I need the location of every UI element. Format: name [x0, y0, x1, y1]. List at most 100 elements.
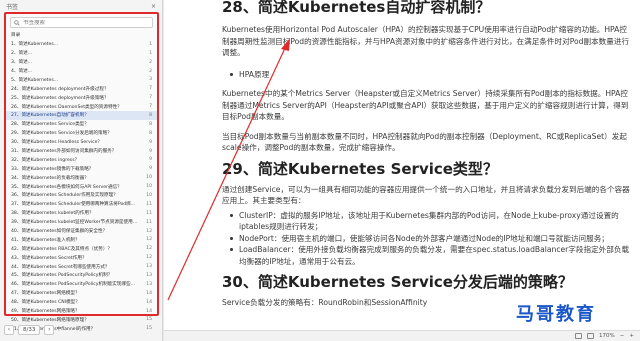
bookmark-item[interactable]: 24、简述Kubernetes deployment升级过程？ 7	[6, 84, 157, 93]
paragraph-service-intro: 通过创建Service，可以为一组具有相同功能的容器应用提供一个统一的入口地址，…	[222, 184, 630, 206]
view-mode-icon[interactable]	[575, 333, 583, 339]
bookmark-item[interactable]: 3、简述... 2	[6, 58, 157, 67]
bullet-text: ClusterIP：虚拟的服务IP地址，该地址用于Kubernetes集群内部的…	[239, 210, 619, 232]
bookmark-item[interactable]: 29、简述Kubernetes Service分发后端的策略？ 8	[6, 129, 157, 138]
bookmark-item-page: 12	[146, 255, 152, 261]
bookmark-item-title: 28、简述Kubernetes Service类型？	[11, 122, 89, 128]
bookmark-item-page: 7	[149, 95, 152, 101]
bookmark-item-page: 10	[146, 184, 152, 190]
bullet-nodeport: NodePort：使用宿主机的端口，使能够访问各Node的外部客户端通过Node…	[222, 233, 630, 245]
bookmark-item-title: 45、简述Kubernetes PodSecurityPolicy机制？	[11, 273, 113, 279]
bookmark-item-title: 47、简述Kubernetes网络模型？	[11, 291, 80, 297]
bookmark-item[interactable]: 26、简述Kubernetes DaemonSet类型的资源特性？ 7	[6, 102, 157, 111]
zoom-out-button[interactable]: −	[620, 333, 625, 339]
bookmark-list: 目录 1、简述Kubernetes... 1 2、简述... 1 3、简述... 2 4、简述…	[6, 31, 157, 333]
bookmark-item-title: 5、简述Kubernetes...	[11, 77, 59, 83]
bookmark-item[interactable]: 35、简述Kubernetes各模块如何与API Server通信？ 10	[6, 182, 157, 191]
bookmark-item-page: 11	[146, 210, 152, 216]
bookmark-item[interactable]: 32、简述Kubernetes ingress？ 9	[6, 155, 157, 164]
bookmark-item-title: 32、简述Kubernetes ingress？	[11, 157, 80, 163]
bookmark-item-title: 43、简述Kubernetes Secret作用？	[11, 255, 87, 261]
bookmark-search-box[interactable]	[10, 17, 153, 28]
bookmark-item-title: 37、简述Kubernetes Scheduler使用哪两种算法将Pod绑定到w…	[11, 202, 139, 208]
bookmark-item[interactable]: 36、简述Kubernetes Scheduler作用及实现原理？ 10	[6, 191, 157, 200]
bookmark-item-page: 3	[149, 77, 152, 83]
bookmark-item[interactable]: 46、简述Kubernetes PodSecurityPolicy机制能实现哪些…	[6, 280, 157, 289]
bookmark-item-page: 11	[146, 219, 152, 225]
bookmark-item[interactable]: 43、简述Kubernetes Secret作用？ 12	[6, 253, 157, 262]
bullet-dot	[230, 236, 233, 240]
bookmark-item-page: 8	[149, 112, 152, 118]
bookmark-item-page: 9	[149, 148, 152, 154]
bookmark-list-panel: 目录1、简述Kubernetes...12、简述...13、简述...24、简述…	[4, 12, 159, 332]
bookmark-item[interactable]: 25、简述Kubernetes deployment升级策略？ 7	[6, 93, 157, 102]
bullet-dot	[230, 213, 233, 217]
paragraph-hpa-intro: Kubernetes使用Horizontal Pod Autoscaler（HP…	[222, 25, 630, 57]
bookmark-item-page: 13	[146, 264, 152, 270]
bookmark-item[interactable]: 45、简述Kubernetes PodSecurityPolicy机制？ 13	[6, 271, 157, 280]
bullet-clusterip: ClusterIP：虚拟的服务IP地址，该地址用于Kubernetes集群内部的…	[222, 210, 630, 233]
bookmark-item[interactable]: 31、简述Kubernetes外部如何访问集群内的服务？ 9	[6, 147, 157, 156]
bookmark-item-title: 40、简述Kubernetes如何保证集群的安全性？	[11, 229, 108, 235]
bookmark-item[interactable]: 44、简述Kubernetes Secret有哪些使用方式？ 13	[6, 262, 157, 271]
search-icon	[14, 19, 20, 26]
sidebar-title: 书签	[6, 3, 19, 11]
bookmark-item-page: 10	[146, 175, 152, 181]
bookmark-item-page: 1	[149, 41, 152, 47]
bookmark-item[interactable]: 1、简述Kubernetes... 1	[6, 40, 157, 49]
bookmark-search-input[interactable]	[23, 19, 149, 26]
bookmark-item[interactable]: 5、简述Kubernetes... 3	[6, 75, 157, 84]
heading-29: 29、简述Kubernetes Service类型？	[222, 159, 498, 178]
bookmark-item-page: 1	[149, 50, 152, 56]
bookmark-item[interactable]: 33、简述Kubernetes镜像的下载策略？ 9	[6, 164, 157, 173]
zoom-in-button[interactable]: +	[629, 333, 634, 339]
bookmark-item-page: 14	[146, 299, 152, 305]
bookmark-item-title: 42、简述Kubernetes RBAC及其特点（优势）？	[11, 246, 113, 252]
bookmark-item[interactable]: 47、简述Kubernetes网络模型？ 14	[6, 289, 157, 298]
bookmark-item[interactable]: 49、简述Kubernetes网络策略？ 14	[6, 307, 157, 316]
bookmark-item[interactable]: 42、简述Kubernetes RBAC及其特点（优势）？ 12	[6, 244, 157, 253]
bookmark-item[interactable]: 28、简述Kubernetes Service类型？ 8	[6, 120, 157, 129]
heading-30: 30、简述Kubernetes Service分发后端的策略？	[222, 273, 573, 291]
bookmark-item[interactable]: 30、简述Kubernetes Headless Service？ 9	[6, 138, 157, 147]
bookmark-item-page: 14	[146, 308, 152, 314]
bullet-dot	[230, 248, 233, 252]
bookmark-item-page: 12	[146, 228, 152, 234]
bookmark-item-page: 14	[146, 290, 152, 296]
zoom-level[interactable]: 170%	[599, 333, 615, 339]
next-page-button[interactable]: ›	[44, 324, 55, 335]
bookmark-item-page: 8	[149, 121, 152, 127]
bullet-hpa-principle: HPA原理	[222, 69, 630, 81]
bullet-text: NodePort：使用宿主机的端口，使能够访问各Node的外部客户端通过Node…	[239, 233, 609, 243]
bookmark-item[interactable]: 39、简述Kubernetes kubelet监控Worker节点资源是使用什么…	[6, 218, 157, 227]
bookmark-item-page: 9	[149, 166, 152, 172]
bookmark-item[interactable]: 48、简述Kubernetes CNI模型？ 14	[6, 298, 157, 307]
bookmark-item-title: 目录	[11, 33, 21, 39]
bookmark-item[interactable]: 34、简述Kubernetes的负载均衡器？ 10	[6, 173, 157, 182]
bookmark-item-title: 27、简述Kubernetes自动扩容机制？	[11, 113, 89, 119]
watermark-logo: 马哥教育	[516, 304, 596, 325]
bookmark-item-title: 48、简述Kubernetes CNI模型？	[11, 300, 80, 306]
status-bar: 170% − +	[164, 330, 640, 341]
bookmark-item[interactable]: 2、简述... 1	[6, 49, 157, 58]
bookmark-item[interactable]: 27、简述Kubernetes自动扩容机制？ 8	[6, 111, 157, 120]
close-sidebar-button[interactable]: ×	[151, 3, 156, 10]
bookmark-item[interactable]: 40、简述Kubernetes如何保证集群的安全性？ 12	[6, 227, 157, 236]
bookmark-item[interactable]: 38、简述Kubernetes kubelet的作用？ 11	[6, 209, 157, 218]
bookmark-item-title: 24、简述Kubernetes deployment升级过程？	[11, 86, 109, 92]
bookmark-item-title: 41、简述Kubernetes准入机制？	[11, 237, 80, 243]
bookmark-item[interactable]: 4、简述... 2	[6, 67, 157, 76]
bookmark-item[interactable]: 37、简述Kubernetes Scheduler使用哪两种算法将Pod绑定到w…	[6, 200, 157, 209]
page-indicator[interactable]: 8/33	[18, 324, 41, 335]
bullet-text: HPA原理	[239, 69, 270, 79]
prev-page-button[interactable]: ‹	[4, 324, 14, 335]
bookmark-item-page: 12	[146, 237, 152, 243]
bookmark-item[interactable]: 41、简述Kubernetes准入机制？ 12	[6, 235, 157, 244]
document-view: 28、简述Kubernetes自动扩容机制？ Kubernetes使用Horiz…	[164, 0, 640, 341]
bookmark-item-title: 36、简述Kubernetes Scheduler作用及实现原理？	[11, 193, 118, 199]
bookmark-item[interactable]: 目录	[6, 31, 157, 40]
bullet-text: LoadBalancer：使用外接负载均衡器完成到服务的负载分发，需要在spec…	[239, 245, 630, 266]
bookmark-item-page: 9	[149, 157, 152, 163]
bookmark-item-title: 31、简述Kubernetes外部如何访问集群内的服务？	[11, 149, 117, 155]
fit-page-icon[interactable]	[587, 333, 595, 339]
